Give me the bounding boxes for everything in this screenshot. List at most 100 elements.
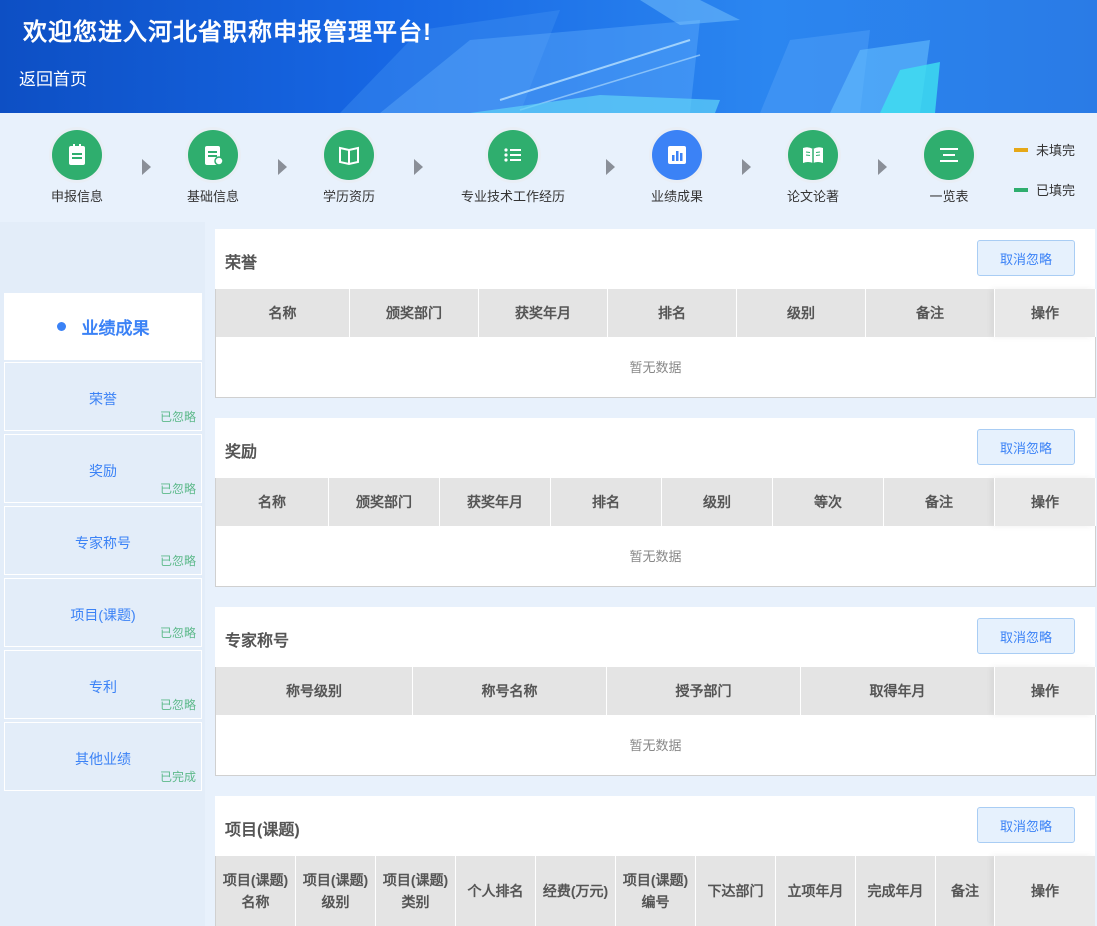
- chevron-right-icon: [606, 159, 615, 175]
- sidebar-item-award[interactable]: 奖励 已忽略: [4, 434, 202, 503]
- sidebar-item-status: 已忽略: [159, 410, 196, 424]
- chevron-right-icon: [742, 159, 751, 175]
- sidebar-item-honor[interactable]: 荣誉 已忽略: [4, 362, 202, 431]
- section-honor: 荣誉 取消忽略 名称 颁奖部门 获奖年月 排名 级别 备注 操作 暂无数据: [215, 229, 1096, 398]
- column-header: 个人排名: [455, 856, 536, 926]
- section-award: 奖励 取消忽略 名称 颁奖部门 获奖年月 排名 级别 等次 备注 操作 暂无数据: [215, 418, 1096, 587]
- legend-incomplete: 未填完: [1014, 140, 1075, 159]
- header-banner: 欢迎您进入河北省职称申报管理平台! 返回首页: [0, 0, 1097, 113]
- back-home-link[interactable]: 返回首页: [19, 65, 87, 90]
- column-header: 获奖年月: [439, 478, 551, 526]
- bullet-dot-icon: [56, 322, 66, 331]
- column-header: 项目(课题)类别: [375, 856, 456, 926]
- sidebar-item-status: 已忽略: [159, 554, 196, 568]
- step-papers[interactable]: 论文论著: [758, 130, 868, 205]
- column-header: 操作: [994, 667, 1096, 715]
- column-header: 操作: [994, 289, 1096, 337]
- honor-table: 名称 颁奖部门 获奖年月 排名 级别 备注 操作 暂无数据: [215, 289, 1096, 398]
- project-table: 项目(课题)名称 项目(课题)级别 项目(课题)类别 个人排名 经费(万元) 项…: [215, 856, 1095, 926]
- step-application-info[interactable]: 申报信息: [22, 130, 132, 205]
- award-table: 名称 颁奖部门 获奖年月 排名 级别 等次 备注 操作 暂无数据: [215, 478, 1096, 587]
- sidebar-item-status: 已忽略: [159, 698, 196, 712]
- column-header: 备注: [883, 478, 995, 526]
- step-work-experience[interactable]: 专业技术工作经历: [458, 130, 568, 205]
- column-header: 项目(课题)级别: [295, 856, 376, 926]
- edit-document-icon: [188, 130, 238, 180]
- sidebar-item-other[interactable]: 其他业绩 已完成: [4, 722, 202, 791]
- sidebar-item-project[interactable]: 项目(课题) 已忽略: [4, 578, 202, 647]
- sidebar-item-label: 专利: [89, 679, 117, 695]
- chevron-right-icon: [878, 159, 887, 175]
- legend-swatch-incomplete: [1014, 147, 1028, 152]
- column-header: 名称: [215, 289, 350, 337]
- clipboard-icon: [52, 130, 102, 180]
- column-header: 称号级别: [215, 667, 413, 715]
- column-header: 级别: [661, 478, 773, 526]
- column-header: 排名: [607, 289, 737, 337]
- section-header: 荣誉 取消忽略: [215, 229, 1095, 289]
- column-header: 授予部门: [606, 667, 801, 715]
- step-label: 学历资历: [322, 189, 375, 204]
- sidebar-item-label: 专家称号: [75, 535, 131, 551]
- section-title: 项目(课题): [225, 822, 300, 839]
- column-header: 获奖年月: [478, 289, 608, 337]
- column-header: 备注: [865, 289, 995, 337]
- column-header: 颁奖部门: [328, 478, 440, 526]
- sidebar-item-label: 荣誉: [89, 391, 117, 407]
- column-header: 下达部门: [695, 856, 776, 926]
- legend-complete: 已填完: [1014, 180, 1075, 199]
- column-header: 立项年月: [775, 856, 856, 926]
- cancel-ignore-button[interactable]: 取消忽略: [977, 618, 1075, 654]
- column-header: 名称: [215, 478, 329, 526]
- step-basic-info[interactable]: 基础信息: [158, 130, 268, 205]
- column-header: 经费(万元): [535, 856, 616, 926]
- bar-chart-icon: [652, 130, 702, 180]
- legend-complete-label: 已填完: [1036, 183, 1076, 198]
- sidebar: 业绩成果 荣誉 已忽略 奖励 已忽略 专家称号 已忽略 项目(课题) 已忽略 专…: [0, 222, 205, 926]
- legend-incomplete-label: 未填完: [1036, 143, 1076, 158]
- column-header: 备注: [935, 856, 995, 926]
- column-header: 颁奖部门: [349, 289, 479, 337]
- column-header: 操作: [994, 478, 1096, 526]
- sidebar-item-expert-title[interactable]: 专家称号 已忽略: [4, 506, 202, 575]
- legend-swatch-complete: [1014, 187, 1028, 192]
- expert-title-table: 称号级别 称号名称 授予部门 取得年月 操作 暂无数据: [215, 667, 1096, 776]
- sidebar-item-label: 奖励: [89, 463, 117, 479]
- chevron-right-icon: [414, 159, 423, 175]
- column-header: 完成年月: [855, 856, 936, 926]
- column-header: 排名: [550, 478, 662, 526]
- sidebar-item-label: 其他业绩: [75, 751, 131, 767]
- step-label: 一览表: [929, 189, 969, 204]
- cancel-ignore-button[interactable]: 取消忽略: [977, 240, 1075, 276]
- book-icon: [324, 130, 374, 180]
- sidebar-item-patent[interactable]: 专利 已忽略: [4, 650, 202, 719]
- sidebar-item-label: 项目(课题): [70, 607, 136, 623]
- column-header: 操作: [994, 856, 1095, 926]
- section-project: 项目(课题) 取消忽略 项目(课题)名称 项目(课题)级别 项目(课题)类别 个…: [215, 796, 1095, 926]
- cancel-ignore-button[interactable]: 取消忽略: [977, 807, 1075, 843]
- section-title: 专家称号: [225, 633, 290, 650]
- step-overview[interactable]: 一览表: [894, 130, 1004, 205]
- empty-state: 暂无数据: [215, 715, 1096, 776]
- section-title: 奖励: [225, 444, 258, 461]
- step-label: 申报信息: [50, 189, 103, 204]
- step-achievements[interactable]: 业绩成果: [622, 130, 732, 205]
- progress-steps: 申报信息 基础信息 学历资历 专业技术工作经历 业绩成果 论文论著 一览表 未填…: [0, 122, 1097, 212]
- column-header: 等次: [772, 478, 884, 526]
- column-header: 取得年月: [800, 667, 995, 715]
- section-header: 奖励 取消忽略: [215, 418, 1095, 478]
- column-header: 称号名称: [412, 667, 607, 715]
- empty-state: 暂无数据: [215, 337, 1096, 398]
- step-label: 论文论著: [786, 189, 839, 204]
- step-label: 业绩成果: [650, 189, 703, 204]
- chevron-right-icon: [142, 159, 151, 175]
- section-expert-title: 专家称号 取消忽略 称号级别 称号名称 授予部门 取得年月 操作 暂无数据: [215, 607, 1096, 776]
- step-education[interactable]: 学历资历: [294, 130, 404, 205]
- sidebar-item-status: 已完成: [159, 770, 196, 784]
- open-book-icon: [788, 130, 838, 180]
- sidebar-header-label: 业绩成果: [81, 319, 150, 338]
- step-label: 专业技术工作经历: [460, 189, 565, 204]
- chevron-right-icon: [278, 159, 287, 175]
- empty-state: 暂无数据: [215, 526, 1096, 587]
- cancel-ignore-button[interactable]: 取消忽略: [977, 429, 1075, 465]
